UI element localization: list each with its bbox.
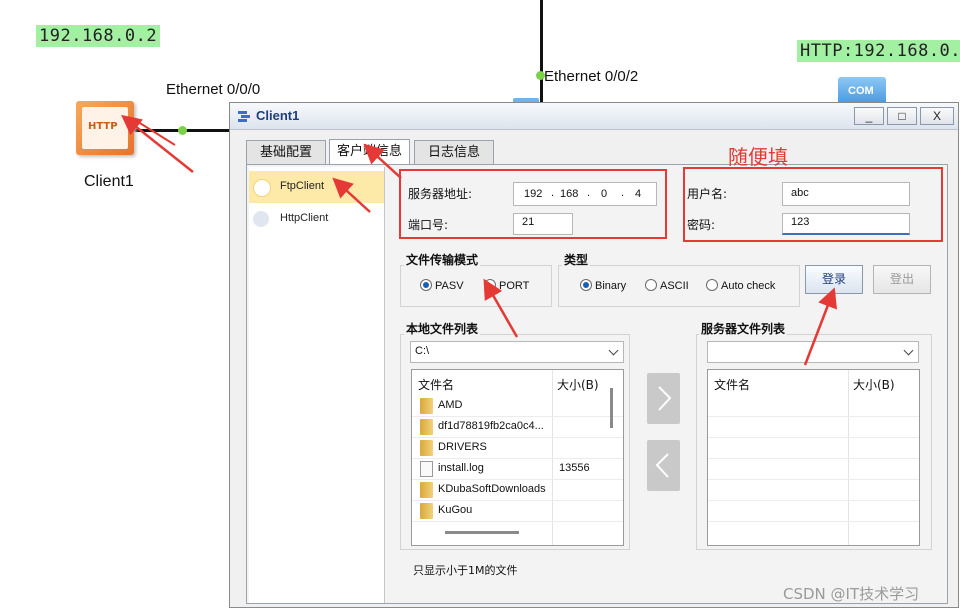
csdn-watermark: CSDN @IT技术学习 <box>783 585 920 603</box>
annotation-arrows <box>121 114 837 366</box>
